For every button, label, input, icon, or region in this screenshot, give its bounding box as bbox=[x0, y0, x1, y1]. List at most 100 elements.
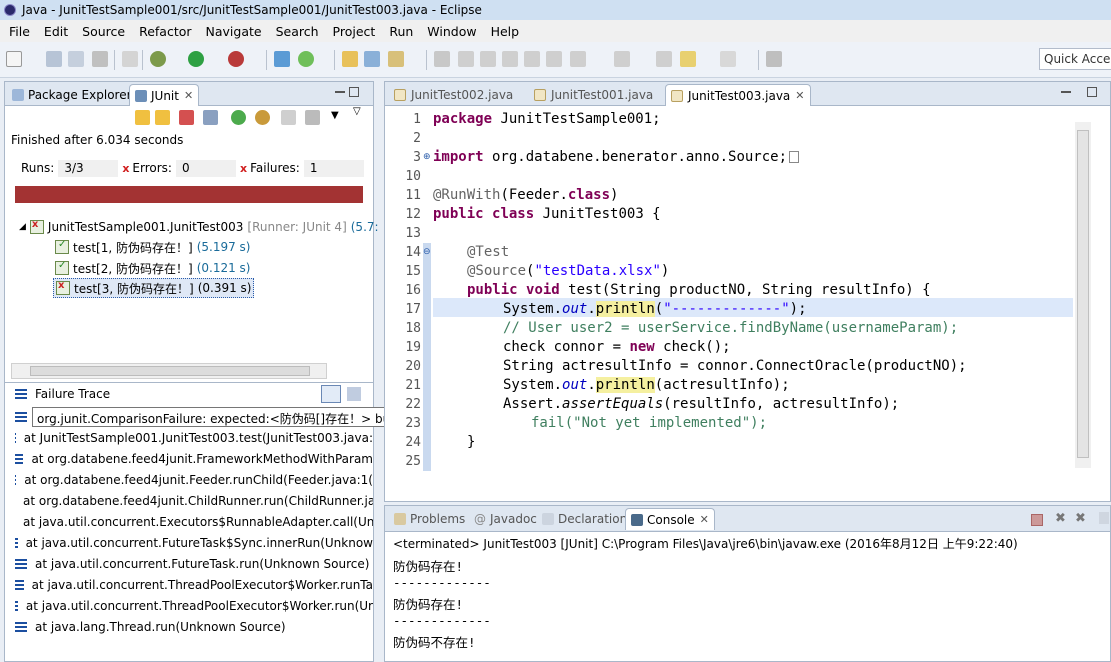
next-failure-icon[interactable] bbox=[135, 110, 150, 125]
pin-editor-icon[interactable] bbox=[766, 51, 782, 67]
menu-project[interactable]: Project bbox=[326, 24, 383, 39]
tab-declaration[interactable]: Declaration bbox=[537, 508, 632, 530]
compare-results-icon[interactable] bbox=[321, 385, 341, 403]
run-icon[interactable] bbox=[188, 51, 204, 67]
print-icon[interactable] bbox=[92, 51, 108, 67]
pin-icon[interactable] bbox=[546, 51, 562, 67]
menu-run[interactable]: Run bbox=[382, 24, 420, 39]
code-area[interactable]: package JunitTestSample001; import org.d… bbox=[433, 108, 1073, 478]
trace-line[interactable]: at JunitTestSample001.JunitTest003.test(… bbox=[15, 427, 373, 448]
menu-search[interactable]: Search bbox=[269, 24, 326, 39]
folded-imports-icon[interactable] bbox=[789, 151, 800, 163]
toolbar-separator bbox=[114, 50, 115, 70]
save-icon[interactable] bbox=[46, 51, 62, 67]
quick-access-input[interactable]: Quick Access bbox=[1039, 48, 1111, 70]
save-all-icon[interactable] bbox=[68, 51, 84, 67]
line-number: 1 bbox=[413, 112, 421, 127]
new-class-icon[interactable] bbox=[298, 51, 314, 67]
trace-line[interactable]: at java.util.concurrent.FutureTask.run(U… bbox=[15, 553, 373, 574]
editor-vertical-scrollbar[interactable] bbox=[1075, 122, 1091, 468]
show-whitespace-icon[interactable] bbox=[502, 51, 518, 67]
trace-line[interactable]: at java.util.concurrent.ThreadPoolExecut… bbox=[15, 595, 373, 616]
remove-launch-icon[interactable]: ✖ bbox=[1055, 511, 1066, 526]
view-menu-chevron-icon[interactable]: ▽ bbox=[353, 106, 363, 121]
menu-file[interactable]: File bbox=[2, 24, 37, 39]
show-failures-only-icon[interactable] bbox=[179, 110, 194, 125]
tree-item-test-1[interactable]: test[1, 防伪码存在！] (5.197 s) bbox=[55, 237, 250, 257]
new-java-project-icon[interactable] bbox=[274, 51, 290, 67]
console-menu-icon[interactable] bbox=[1099, 512, 1109, 524]
debug-icon[interactable] bbox=[150, 51, 166, 67]
fold-collapse-icon[interactable]: ⊖ bbox=[423, 247, 431, 257]
fold-expand-icon[interactable]: ⊕ bbox=[423, 152, 431, 162]
forward-icon[interactable] bbox=[720, 51, 736, 67]
tab-junittest003[interactable]: JunitTest003.java ✕ bbox=[665, 84, 811, 106]
code-token: package bbox=[433, 111, 493, 127]
view-menu-icon[interactable]: ▼ bbox=[331, 110, 341, 125]
external-tools-icon[interactable] bbox=[228, 51, 244, 67]
filter-stack-trace-icon[interactable] bbox=[347, 387, 361, 401]
menu-edit[interactable]: Edit bbox=[37, 24, 75, 39]
tab-junit[interactable]: JUnit ✕ bbox=[129, 84, 200, 106]
next-annotation-icon[interactable] bbox=[570, 51, 586, 67]
tab-junittest001[interactable]: JunitTest001.java bbox=[529, 84, 658, 106]
trace-text: at JunitTestSample001.JunitTest003.test(… bbox=[23, 430, 373, 445]
toggle-breadcrumb-icon[interactable] bbox=[524, 51, 540, 67]
last-edit-location-icon[interactable] bbox=[656, 51, 672, 67]
tree-item-test-2[interactable]: test[2, 防伪码存在！] (0.121 s) bbox=[55, 258, 250, 278]
expand-arrow-icon[interactable]: ◢ bbox=[19, 222, 26, 232]
tree-item-test-3[interactable]: test[3, 防伪码存在！] (0.391 s) bbox=[53, 278, 255, 298]
trace-line[interactable]: at java.util.concurrent.Executors$Runnab… bbox=[15, 511, 373, 532]
open-type-icon[interactable] bbox=[342, 51, 358, 67]
menu-navigate[interactable]: Navigate bbox=[199, 24, 269, 39]
menu-window[interactable]: Window bbox=[420, 24, 483, 39]
trace-line[interactable]: at java.util.concurrent.FutureTask$Sync.… bbox=[15, 532, 373, 553]
back-icon[interactable] bbox=[680, 51, 696, 67]
minimize-icon[interactable] bbox=[1061, 91, 1071, 93]
trace-line[interactable]: at org.databene.feed4junit.Feeder.runChi… bbox=[15, 469, 373, 490]
close-icon[interactable]: ✕ bbox=[700, 513, 709, 526]
scrollbar-thumb[interactable] bbox=[30, 366, 310, 376]
tab-package-explorer[interactable]: Package Explorer bbox=[7, 84, 137, 106]
trace-line[interactable]: at org.databene.feed4junit.FrameworkMeth… bbox=[15, 448, 373, 469]
trace-line[interactable]: at org.databene.feed4junit.ChildRunner.r… bbox=[15, 490, 373, 511]
close-icon[interactable]: ✕ bbox=[795, 89, 804, 102]
close-icon[interactable]: ✕ bbox=[184, 89, 193, 102]
menu-help[interactable]: Help bbox=[484, 24, 527, 39]
minimize-icon[interactable] bbox=[335, 91, 345, 93]
line-number: 18 bbox=[405, 321, 421, 336]
tree-root[interactable]: ◢ JunitTestSample001.JunitTest003 [Runne… bbox=[19, 217, 379, 237]
tab-javadoc[interactable]: @ Javadoc bbox=[469, 508, 542, 530]
toggle-mark-occurrences-icon[interactable] bbox=[458, 51, 474, 67]
menu-source[interactable]: Source bbox=[75, 24, 132, 39]
search-icon[interactable] bbox=[388, 51, 404, 67]
annotation-icon[interactable] bbox=[434, 51, 450, 67]
tree-horizontal-scrollbar[interactable] bbox=[11, 363, 327, 379]
open-task-icon[interactable] bbox=[364, 51, 380, 67]
code-token: "Not yet implemented" bbox=[573, 415, 751, 431]
terminate-icon[interactable] bbox=[1031, 514, 1043, 526]
remove-all-terminated-icon[interactable]: ✖ bbox=[1075, 511, 1086, 526]
tab-label: JunitTest002.java bbox=[411, 88, 514, 102]
scroll-lock-icon[interactable] bbox=[203, 110, 218, 125]
tab-junittest002[interactable]: JunitTest002.java bbox=[389, 84, 518, 106]
skip-breakpoints-icon[interactable] bbox=[122, 51, 138, 67]
rerun-test-icon[interactable] bbox=[231, 110, 246, 125]
tab-console[interactable]: Console ✕ bbox=[625, 508, 715, 530]
previous-failure-icon[interactable] bbox=[155, 110, 170, 125]
block-selection-icon[interactable] bbox=[480, 51, 496, 67]
code-line-19: String actresultInfo = connor.ConnectOra… bbox=[503, 357, 967, 376]
prev-annotation-icon[interactable] bbox=[614, 51, 630, 67]
menu-refactor[interactable]: Refactor bbox=[132, 24, 198, 39]
maximize-icon[interactable] bbox=[349, 87, 359, 97]
maximize-icon[interactable] bbox=[1087, 87, 1097, 97]
new-icon[interactable] bbox=[6, 51, 22, 67]
tab-problems[interactable]: Problems bbox=[389, 508, 470, 530]
trace-line[interactable]: at java.util.concurrent.ThreadPoolExecut… bbox=[15, 574, 373, 595]
trace-line[interactable]: at java.lang.Thread.run(Unknown Source) bbox=[15, 616, 373, 637]
stop-icon[interactable] bbox=[281, 110, 296, 125]
scrollbar-thumb[interactable] bbox=[1077, 130, 1089, 458]
rerun-failed-first-icon[interactable] bbox=[255, 110, 270, 125]
code-line-13: @Test bbox=[467, 243, 509, 262]
test-run-history-icon[interactable] bbox=[305, 110, 320, 125]
